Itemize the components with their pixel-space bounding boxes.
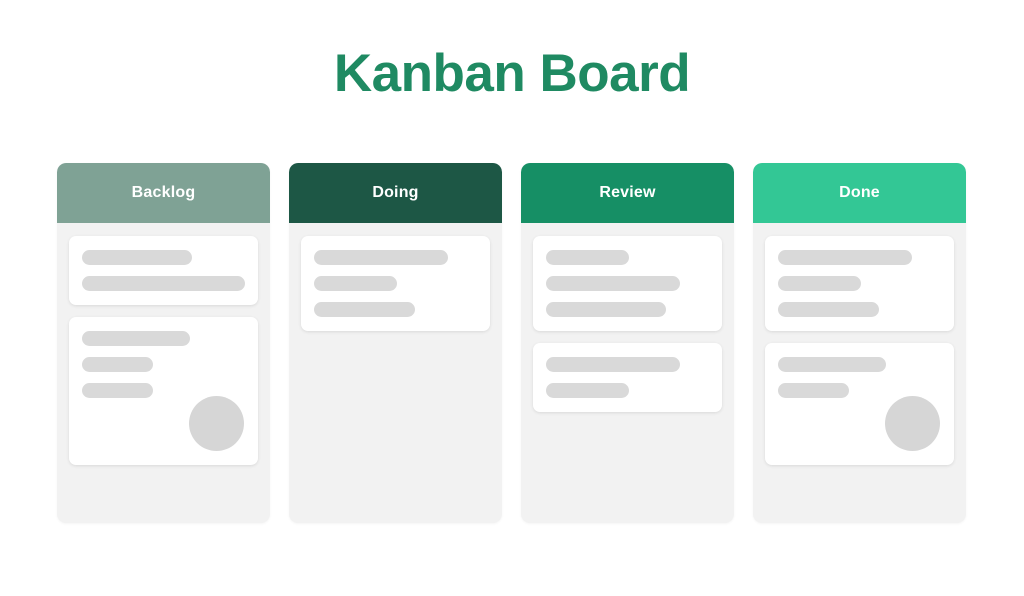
card-backlog-card-1[interactable] <box>69 236 258 305</box>
card-placeholder-bar <box>546 383 629 398</box>
card-placeholder-bar <box>546 250 629 265</box>
avatar[interactable] <box>885 396 940 451</box>
column-body-backlog <box>57 223 270 523</box>
card-placeholder-bar <box>546 276 680 291</box>
card-placeholder-bar <box>778 357 886 372</box>
card-review-card-1[interactable] <box>533 236 722 331</box>
column-backlog: Backlog <box>57 163 270 523</box>
column-review: Review <box>521 163 734 523</box>
column-title-backlog: Backlog <box>131 184 196 201</box>
card-placeholder-bar <box>314 276 397 291</box>
card-placeholder-bar <box>82 357 153 372</box>
card-placeholder-bar <box>314 250 448 265</box>
card-placeholder-bar <box>314 302 415 317</box>
column-title-doing: Doing <box>372 184 419 201</box>
column-header-done[interactable]: Done <box>753 163 966 223</box>
column-done: Done <box>753 163 966 523</box>
kanban-board: Backlog Doing Review Done <box>57 163 967 523</box>
column-title-done: Done <box>839 184 880 201</box>
card-placeholder-bar <box>546 357 680 372</box>
card-review-card-2[interactable] <box>533 343 722 412</box>
card-done-card-2[interactable] <box>765 343 954 465</box>
card-placeholder-bar <box>82 276 245 291</box>
column-body-doing <box>289 223 502 523</box>
page-title: Kanban Board <box>333 44 691 103</box>
card-placeholder-bar <box>778 302 879 317</box>
card-placeholder-bar <box>82 383 153 398</box>
card-placeholder-bar <box>778 383 849 398</box>
card-placeholder-bar <box>82 331 190 346</box>
card-backlog-card-2[interactable] <box>69 317 258 465</box>
card-placeholder-bar <box>778 250 912 265</box>
column-body-done <box>753 223 966 523</box>
card-doing-card-1[interactable] <box>301 236 490 331</box>
column-header-review[interactable]: Review <box>521 163 734 223</box>
column-doing: Doing <box>289 163 502 523</box>
column-title-review: Review <box>599 184 656 201</box>
column-body-review <box>521 223 734 523</box>
card-placeholder-bar <box>778 276 861 291</box>
card-placeholder-bar <box>546 302 666 317</box>
card-done-card-1[interactable] <box>765 236 954 331</box>
column-header-doing[interactable]: Doing <box>289 163 502 223</box>
card-placeholder-bar <box>82 250 192 265</box>
avatar[interactable] <box>189 396 244 451</box>
column-header-backlog[interactable]: Backlog <box>57 163 270 223</box>
